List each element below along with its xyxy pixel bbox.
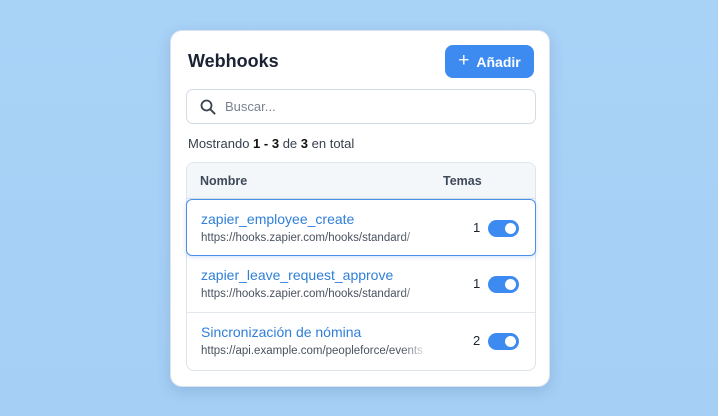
webhook-url: https://api.example.com/peopleforce/even… [201, 345, 423, 357]
webhooks-panel: Webhooks + Añadir Mostrando 1 - 3 de 3 e… [170, 30, 550, 387]
enabled-toggle[interactable] [488, 276, 519, 293]
webhook-url: https://hooks.zapier.com/hooks/standard/ [201, 288, 411, 300]
summary-prefix: Mostrando [188, 136, 250, 151]
summary-suffix: en total [311, 136, 355, 151]
plus-icon: + [458, 50, 470, 71]
search-icon [200, 99, 216, 115]
add-button-label: Añadir [476, 53, 521, 70]
topics-count: 2 [473, 333, 481, 348]
search-box[interactable] [186, 89, 536, 124]
topics-count: 1 [473, 276, 481, 291]
webhook-url: https://hooks.zapier.com/hooks/standard/ [201, 232, 411, 244]
webhook-name[interactable]: Sincronización de nómina [201, 324, 361, 340]
summary-range: 1 - 3 [253, 136, 280, 151]
table-header: Nombre Temas [187, 163, 535, 199]
toggle-knob [505, 279, 516, 290]
webhook-name[interactable]: zapier_leave_request_approve [201, 267, 393, 283]
search-input[interactable] [225, 99, 525, 114]
webhook-name[interactable]: zapier_employee_create [201, 211, 354, 227]
enabled-toggle[interactable] [488, 333, 519, 350]
table-row[interactable]: zapier_employee_create https://hooks.zap… [186, 199, 536, 256]
webhooks-table: Nombre Temas zapier_employee_create http… [186, 162, 536, 371]
add-webhook-button[interactable]: + Añadir [445, 45, 534, 78]
enabled-toggle[interactable] [488, 220, 519, 237]
toggle-knob [505, 336, 516, 347]
results-summary: Mostrando 1 - 3 de 3 en total [188, 136, 354, 151]
toggle-knob [505, 223, 516, 234]
page-title: Webhooks [188, 51, 279, 71]
topics-count: 1 [473, 220, 481, 235]
column-header-topics: Temas [443, 174, 482, 188]
table-row[interactable]: zapier_leave_request_approve https://hoo… [187, 256, 535, 313]
table-row[interactable]: Sincronización de nómina https://api.exa… [187, 313, 535, 370]
summary-total: 3 [300, 136, 309, 151]
column-header-name: Nombre [200, 174, 248, 188]
summary-of: de [282, 136, 298, 151]
